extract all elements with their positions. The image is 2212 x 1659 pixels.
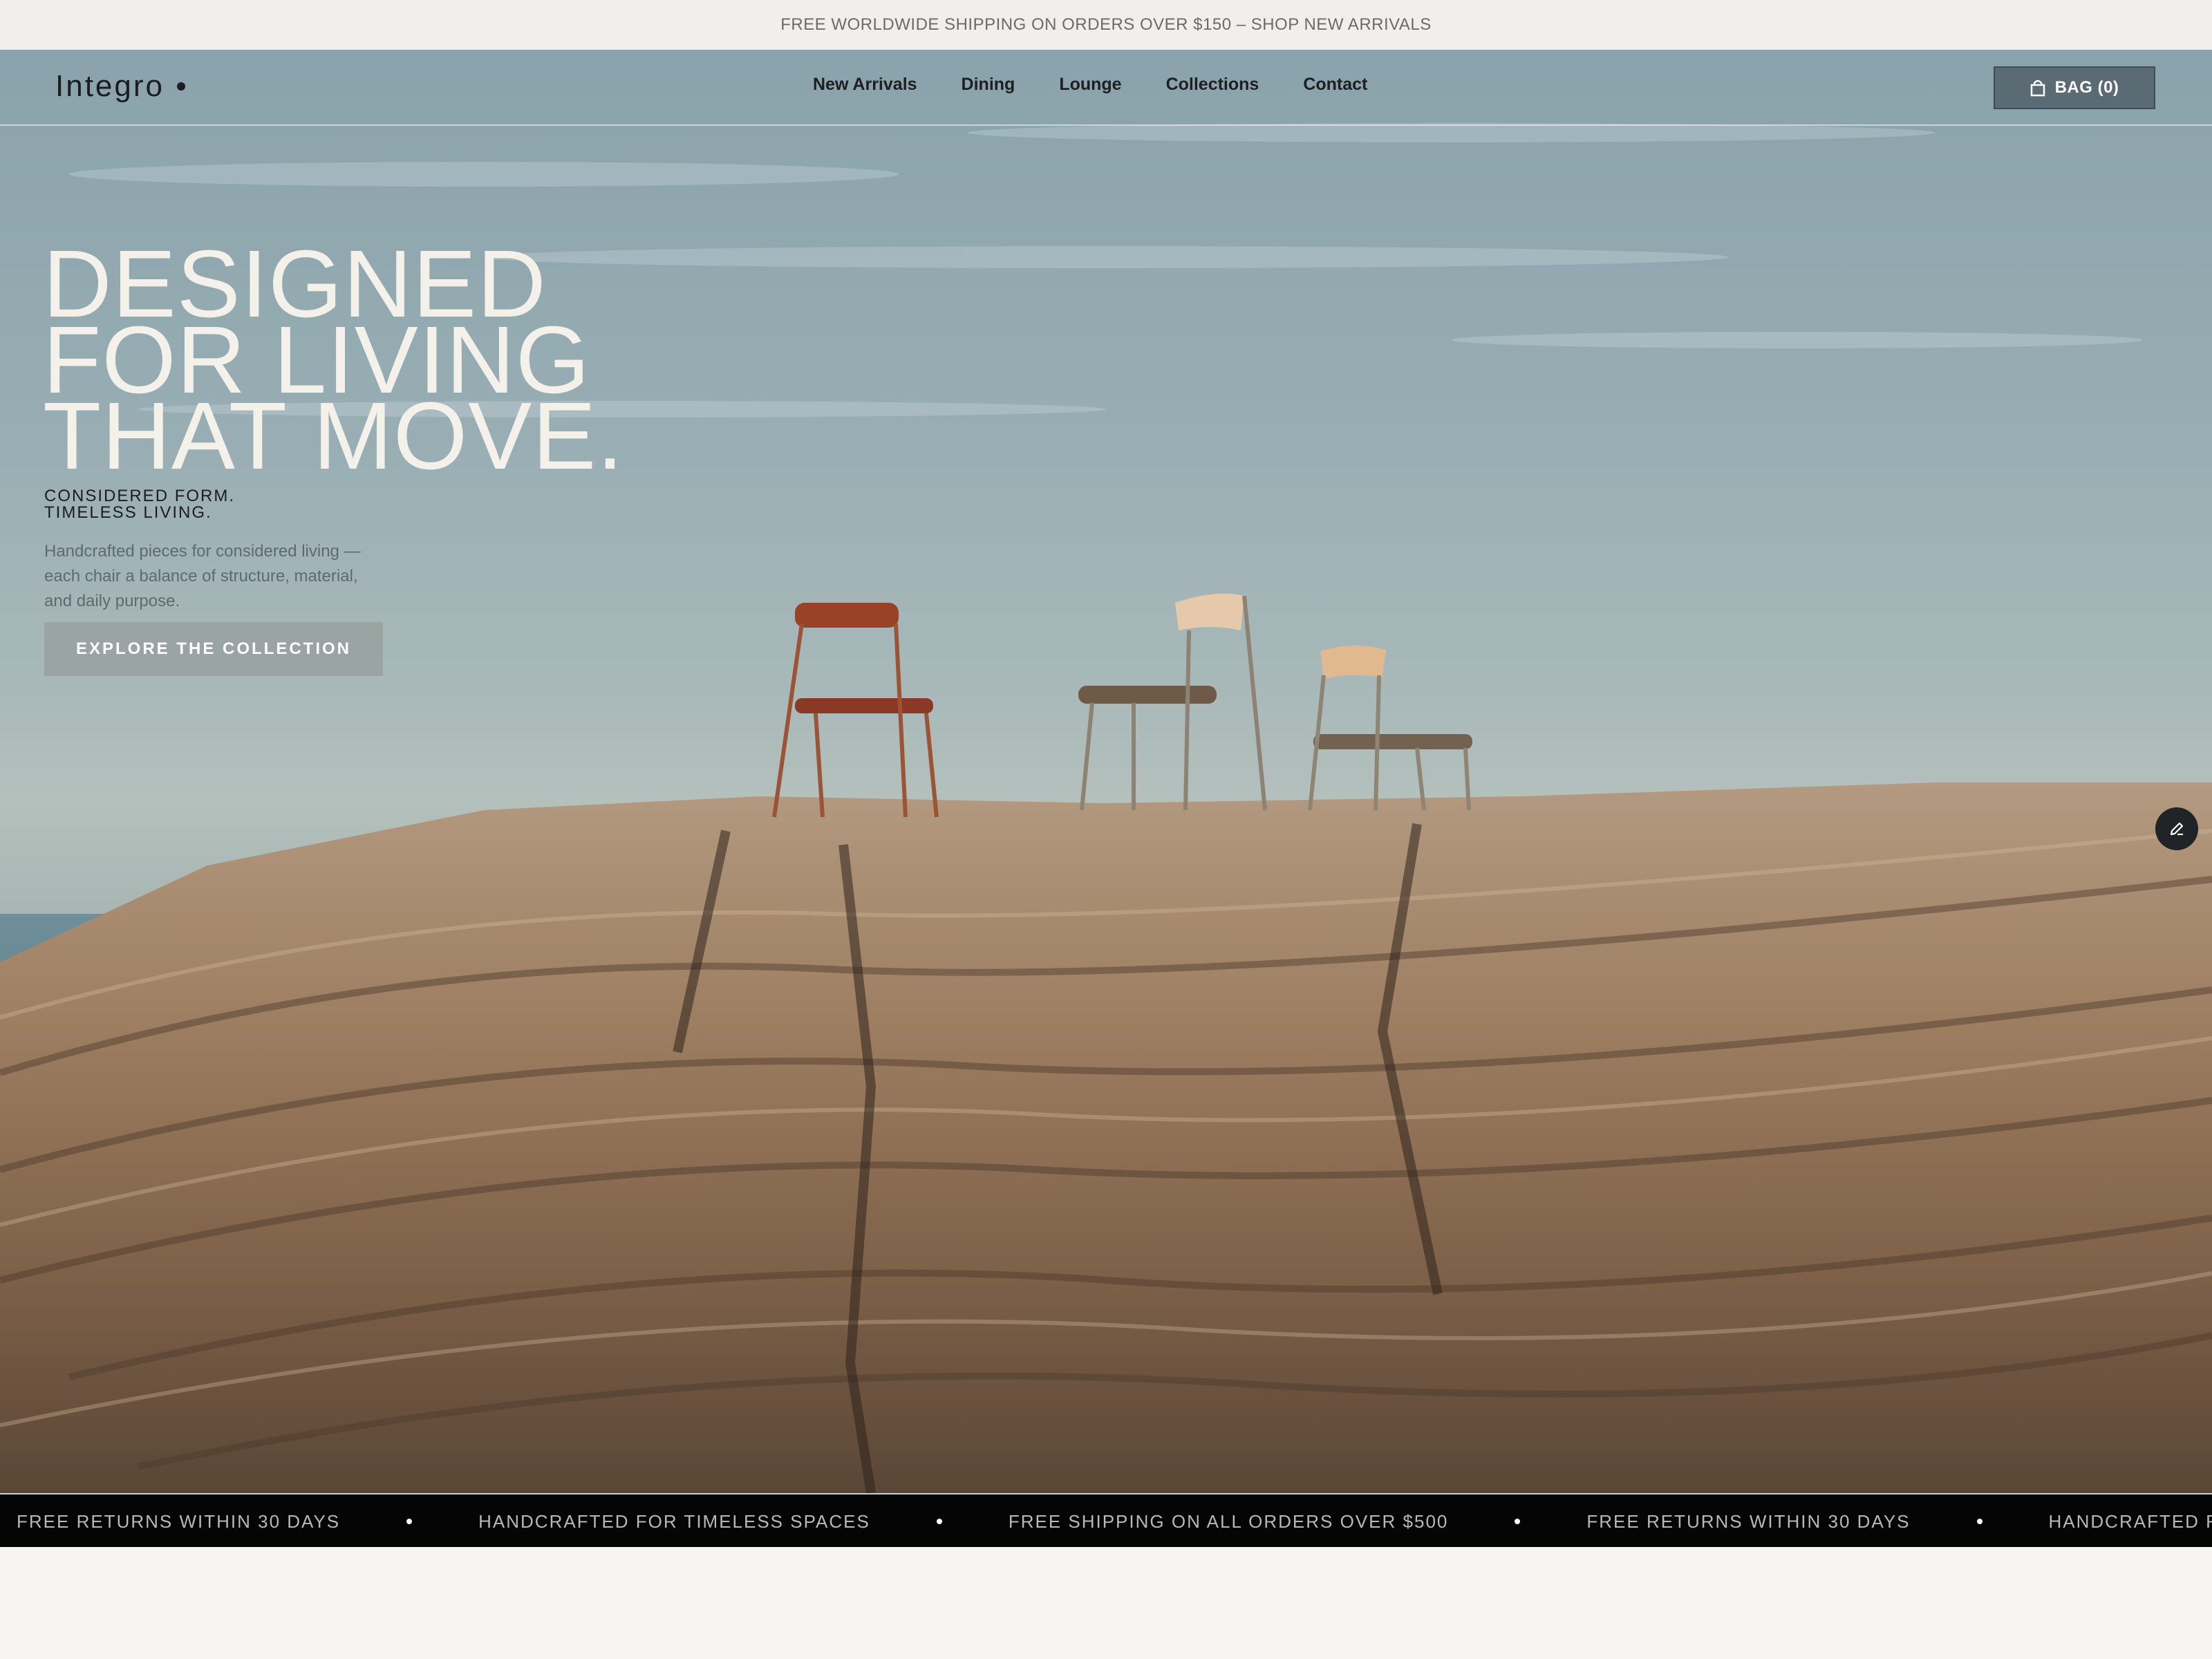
ticker-item: HANDCRAFTED FOR TIMELESS SPACES xyxy=(2049,1511,2212,1533)
bag-icon xyxy=(2030,79,2045,97)
site-header: Integro New Arrivals Dining Lounge Colle… xyxy=(0,50,2212,126)
brand-name[interactable]: Integro xyxy=(55,69,165,104)
explore-collection-button[interactable]: EXPLORE THE COLLECTION xyxy=(44,622,383,676)
tagline-line-2: TIMELESS LIVING. xyxy=(44,503,212,522)
nav-contact[interactable]: Contact xyxy=(1303,75,1367,95)
announcement-text[interactable]: FREE WORLDWIDE SHIPPING ON ORDERS OVER $… xyxy=(780,15,1431,35)
ticker-item: HANDCRAFTED FOR TIMELESS SPACES xyxy=(478,1511,1009,1533)
nav-lounge[interactable]: Lounge xyxy=(1059,75,1121,95)
pencil-icon xyxy=(2170,822,2184,836)
hero-description: Handcrafted pieces for considered living… xyxy=(44,542,361,610)
main-nav: New Arrivals Dining Lounge Collections C… xyxy=(813,75,1367,95)
edit-button[interactable] xyxy=(2155,807,2198,850)
dot-icon xyxy=(1976,1519,1983,1524)
nav-new-arrivals[interactable]: New Arrivals xyxy=(813,75,917,95)
ticker-text: FREE SHIPPING ON ALL ORDERS OVER $500 xyxy=(1008,1510,1449,1532)
chair-light xyxy=(1308,645,1472,811)
announcement-bar[interactable]: FREE WORLDWIDE SHIPPING ON ORDERS OVER $… xyxy=(0,0,2212,50)
chair-cream xyxy=(1078,593,1267,811)
ticker-text: FREE RETURNS WITHIN 30 DAYS xyxy=(1586,1510,1911,1532)
headline-line-3: THAT MOVE. xyxy=(43,383,624,489)
logo-dot-icon xyxy=(176,82,185,91)
ticker-item: FREE SHIPPING ON ALL ORDERS OVER $500 xyxy=(1009,1511,1587,1533)
hero-headline: DESIGNED FOR LIVING THAT MOVE. xyxy=(43,236,734,489)
ticker-text: HANDCRAFTED FOR TIMELESS SPACES xyxy=(478,1510,870,1532)
brand-logo[interactable]: Integro xyxy=(55,69,185,104)
hero-tagline: CONSIDERED FORM. TIMELESS LIVING. xyxy=(44,488,235,521)
ticker-text: FREE RETURNS WITHIN 30 DAYS xyxy=(17,1510,341,1532)
nav-dining[interactable]: Dining xyxy=(962,75,1015,95)
dot-icon xyxy=(1515,1519,1521,1524)
dot-icon xyxy=(406,1519,413,1524)
page-below-fold xyxy=(0,1547,2212,1659)
bag-button[interactable]: BAG (0) xyxy=(1994,66,2155,109)
nav-collections[interactable]: Collections xyxy=(1166,75,1259,95)
ticker-track: FREE RETURNS WITHIN 30 DAYS HANDCRAFTED … xyxy=(17,1494,2212,1548)
dot-icon xyxy=(936,1519,942,1524)
chair-red xyxy=(772,603,939,818)
tagline-line-1: CONSIDERED FORM. xyxy=(44,487,236,505)
ticker-item: FREE RETURNS WITHIN 30 DAYS xyxy=(1586,1511,2048,1533)
ticker-item: FREE RETURNS WITHIN 30 DAYS xyxy=(17,1511,478,1533)
ticker-text: HANDCRAFTED FOR TIMELESS SPACES xyxy=(2048,1510,2212,1532)
promo-ticker: FREE RETURNS WITHIN 30 DAYS HANDCRAFTED … xyxy=(0,1493,2212,1548)
bag-label: BAG (0) xyxy=(2054,78,2119,97)
